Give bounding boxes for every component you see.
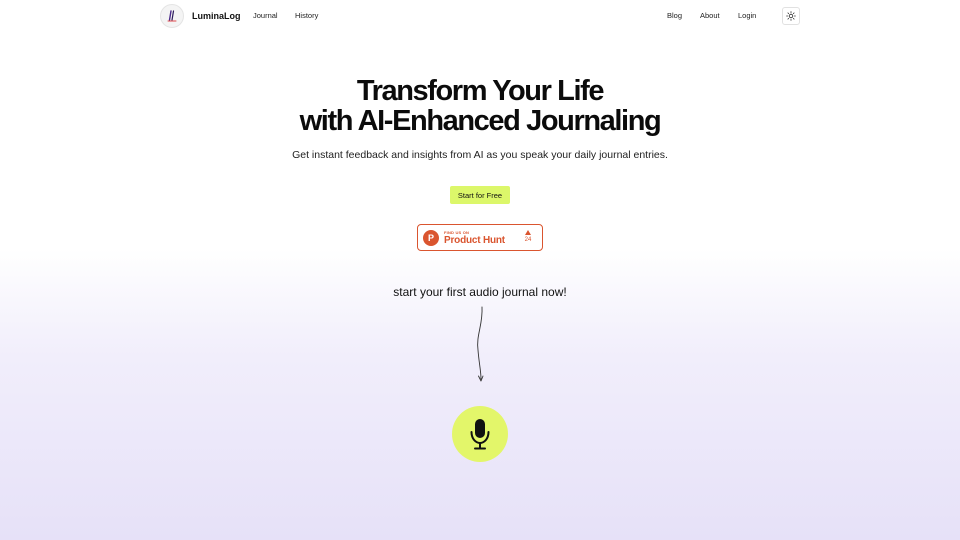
upvote-arrow-icon <box>525 230 531 235</box>
hero-title-line-2: with AI-Enhanced Journaling <box>299 105 662 137</box>
start-for-free-button[interactable]: Start for Free <box>450 186 510 204</box>
nav-about[interactable]: About <box>700 11 720 21</box>
logo-quill-icon <box>167 10 177 22</box>
hero-title: Transform Your Life with AI-Enhanced Jou… <box>0 76 960 136</box>
hero-subtitle: Get instant feedback and insights from A… <box>292 149 668 161</box>
nav-blog[interactable]: Blog <box>667 11 682 21</box>
record-microphone-button[interactable] <box>452 406 508 462</box>
nav-journal[interactable]: Journal <box>253 11 278 21</box>
product-hunt-name: Product Hunt <box>444 235 505 246</box>
nav-login[interactable]: Login <box>738 11 756 21</box>
upvote-count: 24 <box>524 237 532 243</box>
nav-history[interactable]: History <box>295 11 318 21</box>
brand-name[interactable]: LuminaLog <box>192 10 241 22</box>
site-header: LuminaLog Journal History Blog About Log… <box>0 0 960 32</box>
hero-title-line-1: Transform Your Life <box>356 75 605 107</box>
luminalog-logo[interactable] <box>160 4 184 28</box>
audio-journal-prompt: start your first audio journal now! <box>393 285 567 299</box>
product-hunt-badge[interactable]: P FIND US ON Product Hunt 24 <box>417 224 543 251</box>
product-hunt-logo-icon: P <box>423 230 439 246</box>
curved-arrow-icon <box>477 306 484 382</box>
theme-toggle-button[interactable] <box>782 7 800 25</box>
sun-icon <box>786 11 796 21</box>
microphone-icon <box>470 419 490 450</box>
